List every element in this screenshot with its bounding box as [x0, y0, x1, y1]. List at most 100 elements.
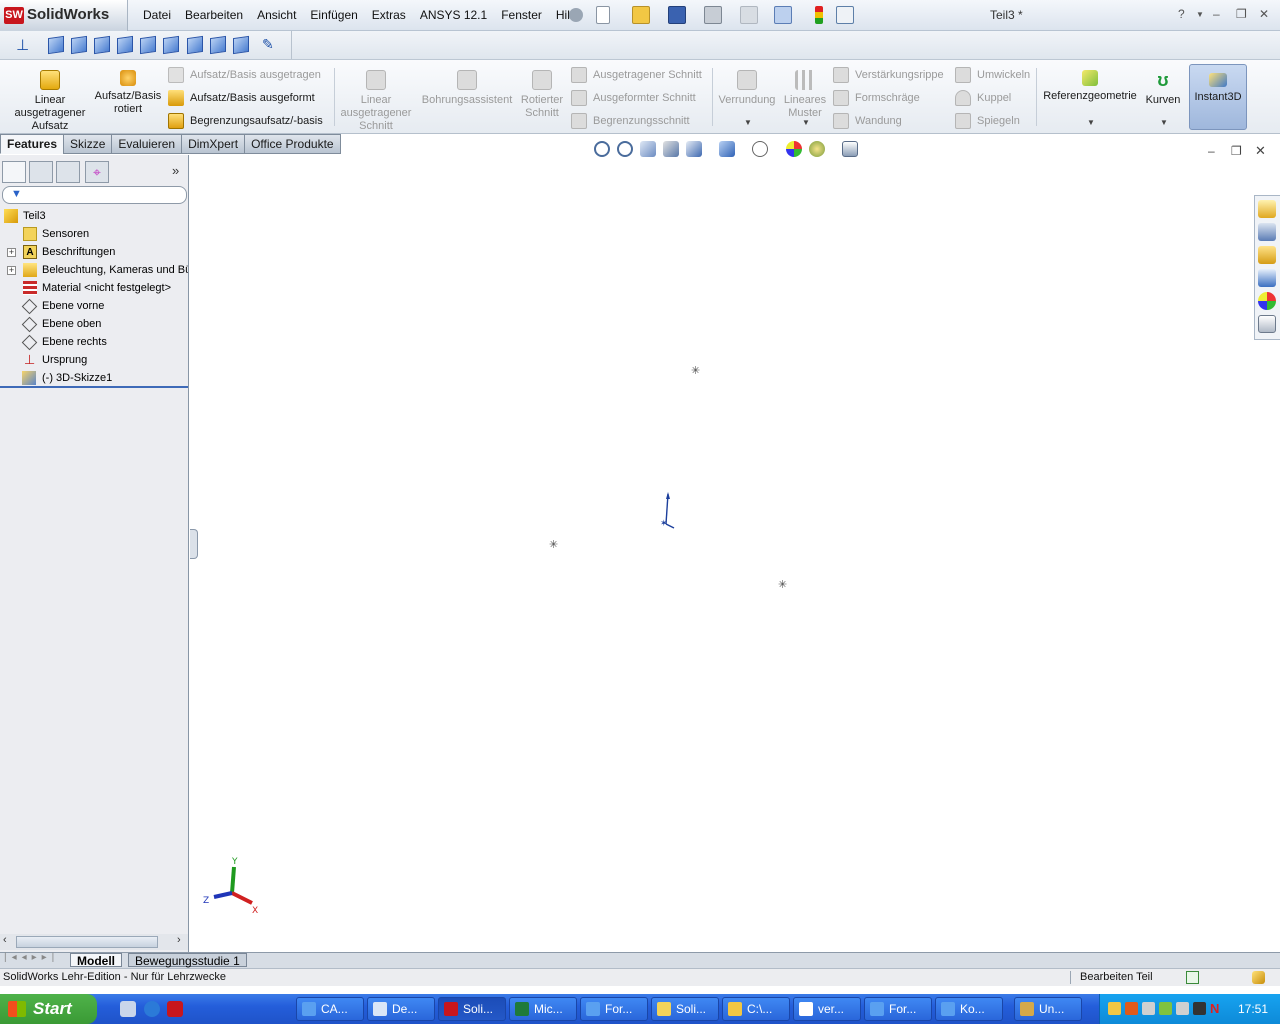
menu-einfuegen[interactable]: Einfügen [310, 8, 357, 22]
view-top-icon[interactable] [140, 35, 156, 55]
sweep-cut-button[interactable]: Ausgetragener Schnitt [571, 65, 702, 85]
hole-wizard-button[interactable]: Bohrungsassistent [420, 60, 514, 107]
dimxpert-manager-tab[interactable]: ⌖ [85, 161, 109, 183]
wrap-button[interactable]: Umwickeln [955, 65, 1030, 85]
sketch-point[interactable]: ✳ [691, 364, 700, 377]
view-palette-icon[interactable] [1258, 269, 1276, 287]
edit-appearance-icon[interactable] [786, 141, 802, 157]
tab-evaluieren[interactable]: Evaluieren [111, 134, 183, 154]
mirror-button[interactable]: Spiegeln [955, 111, 1020, 131]
taskbar-button-10[interactable]: Ko... [935, 997, 1003, 1021]
tab-office-produkte[interactable]: Office Produkte [244, 134, 341, 154]
boundary-cut-button[interactable]: Begrenzungsschnitt [571, 111, 690, 131]
minimize-document-icon[interactable]: – [1208, 144, 1215, 158]
pattern-dropdown-icon[interactable]: ▼ [802, 118, 810, 127]
tree-root[interactable]: Teil3 [0, 207, 188, 225]
restore-app-icon[interactable]: ❐ [1236, 7, 1247, 21]
quicklaunch-ie-icon[interactable] [144, 1001, 160, 1017]
taskbar-button-6[interactable]: Soli... [651, 997, 719, 1021]
volume-icon[interactable] [1176, 1002, 1189, 1015]
sketch-origin-icon[interactable]: ✶ [656, 490, 676, 530]
fillet-dropdown-icon[interactable]: ▼ [744, 118, 752, 127]
rib-button[interactable]: Verstärkungsrippe [833, 65, 944, 85]
tray-icon[interactable] [1142, 1002, 1155, 1015]
help-button[interactable]: ? [1178, 7, 1185, 21]
quicklaunch-solidworks-icon[interactable] [167, 1001, 183, 1017]
restore-document-icon[interactable]: ❐ [1231, 144, 1242, 158]
loft-boss-button[interactable]: Aufsatz/Basis ausgeformt [168, 88, 315, 108]
appearances-icon[interactable] [1258, 292, 1276, 310]
start-button[interactable]: Start [0, 994, 97, 1024]
tree-item-material[interactable]: Material <nicht festgelegt> [0, 279, 188, 297]
tree-filter-input[interactable]: ▼ [2, 186, 187, 204]
curves-button[interactable]: ʊ Kurven [1142, 60, 1184, 107]
menu-ansicht[interactable]: Ansicht [257, 8, 296, 22]
rebuild-traffic-light-icon[interactable] [815, 6, 823, 24]
expand-panel-icon[interactable]: » [172, 163, 179, 178]
tab-dimxpert[interactable]: DimXpert [181, 134, 246, 154]
view-left-icon[interactable] [94, 35, 110, 55]
view-right-icon[interactable] [117, 35, 133, 55]
taskbar-button-1[interactable]: CA... [296, 997, 364, 1021]
boundary-boss-button[interactable]: Begrenzungsaufsatz/-basis [168, 111, 323, 131]
undo-icon[interactable] [740, 6, 758, 24]
featuremanager-tree-tab[interactable] [2, 161, 26, 183]
revolve-boss-button[interactable]: Aufsatz/Basis rotiert [94, 60, 162, 116]
options-icon[interactable] [836, 6, 854, 24]
instant3d-toggle[interactable]: Instant3D [1189, 64, 1247, 130]
tree-item-ebene-vorne[interactable]: Ebene vorne [0, 297, 188, 315]
dome-button[interactable]: Kuppel [955, 88, 1011, 108]
menu-fenster[interactable]: Fenster [501, 8, 542, 22]
select-arrow-icon[interactable] [774, 6, 792, 24]
view-orientation-icon[interactable] [686, 141, 702, 157]
menu-datei[interactable]: Datei [143, 8, 171, 22]
tab-modell[interactable]: Modell [70, 953, 122, 968]
scroll-right-icon[interactable]: › [177, 934, 181, 946]
taskbar-button-3[interactable]: Soli... [438, 997, 506, 1021]
scroll-left-icon[interactable]: ‹ [3, 934, 7, 946]
custom-properties-icon[interactable] [1258, 315, 1276, 333]
taskbar-button-8[interactable]: ver... [793, 997, 861, 1021]
tab-features[interactable]: Features [0, 134, 65, 154]
tab-skizze[interactable]: Skizze [63, 134, 113, 154]
tag-status-icon[interactable] [1252, 971, 1265, 984]
help-dropdown-icon[interactable]: ▼ [1196, 10, 1204, 19]
close-app-icon[interactable]: ✕ [1259, 7, 1269, 21]
normal-to-icon[interactable]: ⊥ [16, 36, 34, 54]
curves-dropdown-icon[interactable]: ▼ [1160, 118, 1168, 127]
open-folder-icon[interactable] [632, 6, 650, 24]
panel-collapse-handle[interactable] [190, 529, 198, 559]
view-bottom-icon[interactable] [163, 35, 179, 55]
tree-item-sensoren[interactable]: Sensoren [0, 225, 188, 243]
expand-icon[interactable]: + [7, 248, 16, 257]
file-explorer-icon[interactable] [1258, 246, 1276, 264]
taskbar-button-7[interactable]: C:\... [722, 997, 790, 1021]
revolve-cut-button[interactable]: Rotierter Schnitt [516, 60, 568, 120]
tray-icon[interactable] [1193, 1002, 1206, 1015]
rollback-bar[interactable] [0, 386, 188, 388]
tree-item-ebene-rechts[interactable]: Ebene rechts [0, 333, 188, 351]
close-document-icon[interactable]: ✕ [1255, 143, 1266, 159]
solidworks-logo[interactable]: SW SolidWorks [0, 0, 128, 31]
zoom-area-icon[interactable] [617, 141, 633, 157]
menu-ansys[interactable]: ANSYS 12.1 [420, 8, 487, 22]
hide-show-items-icon[interactable] [752, 141, 768, 157]
tray-icon[interactable] [1108, 1002, 1121, 1015]
propertymanager-tab[interactable] [29, 161, 53, 183]
tab-bewegungsstudie[interactable]: Bewegungsstudie 1 [128, 953, 247, 968]
tray-icon[interactable] [1159, 1002, 1172, 1015]
save-icon[interactable] [668, 6, 686, 24]
quicklaunch-desktop-icon[interactable] [120, 1001, 136, 1017]
link-views-icon[interactable]: ✎ [262, 36, 280, 54]
section-view-icon[interactable] [663, 141, 679, 157]
menu-bearbeiten[interactable]: Bearbeiten [185, 8, 243, 22]
tab-navigation-icons[interactable]: |◂◂▸▸| [4, 952, 59, 963]
expand-icon[interactable]: + [7, 266, 16, 275]
tree-item-beleuchtung[interactable]: + Beleuchtung, Kameras und Bül [0, 261, 188, 279]
scroll-thumb[interactable] [16, 936, 158, 948]
taskbar-button-11[interactable]: Un... [1014, 997, 1082, 1021]
graphics-area[interactable]: – ❐ ✕ ✳ ✳ ✳ ✶ Y X Z [190, 141, 1280, 952]
menu-extras[interactable]: Extras [372, 8, 406, 22]
help-status-icon[interactable] [1186, 971, 1199, 984]
view-trimetric-icon[interactable] [210, 35, 226, 55]
